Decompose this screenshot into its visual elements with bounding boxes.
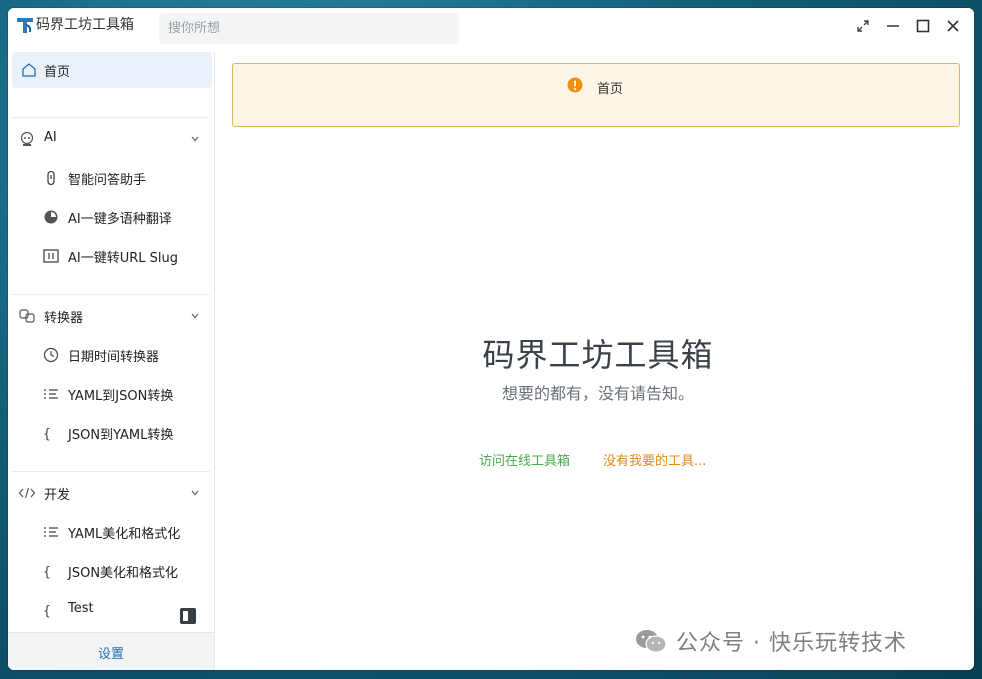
divider <box>12 471 210 472</box>
sidebar-item-label: YAML到JSON转换 <box>68 389 174 404</box>
sidebar-item-qa-assistant[interactable]: 智能问答助手 <box>12 162 210 194</box>
sidebar-item-label: AI一键转URL Slug <box>68 251 179 266</box>
divider <box>12 294 210 295</box>
svg-text:{ }: { } <box>43 565 60 579</box>
sidebar-item-yaml-to-json[interactable]: YAML到JSON转换 <box>12 378 210 410</box>
sidebar-item-datetime-converter[interactable]: 日期时间转换器 <box>12 339 210 371</box>
sidebar-item-ai-url-slug[interactable]: AI一键转URL Slug <box>12 240 210 272</box>
list-icon <box>44 389 58 399</box>
close-icon[interactable] <box>945 18 961 34</box>
page-alert: 首页 <box>232 63 960 127</box>
settings-button[interactable]: 设置 <box>8 643 214 662</box>
minimize-icon[interactable] <box>885 18 901 34</box>
maximize-icon[interactable] <box>915 18 931 34</box>
sidebar-group-ai[interactable]: AI <box>12 124 212 154</box>
sidebar-item-label: 首页 <box>44 65 71 80</box>
list-icon <box>44 527 58 537</box>
main-content: 首页 码界工坊工具箱 想要的都有，没有请告知。 访问在线工具箱 没有我要的工具.… <box>222 52 974 670</box>
title-bar: 码界工坊工具箱 <box>8 8 974 52</box>
watermark-text: 公众号 · 快乐玩转技术 <box>676 631 907 656</box>
warning-icon <box>567 77 583 93</box>
sidebar-item-yaml-beautify[interactable]: YAML美化和格式化 <box>12 516 210 548</box>
translate-icon <box>44 210 58 224</box>
chevron-down-icon <box>191 490 199 496</box>
app-title: 码界工坊工具箱 <box>36 17 134 33</box>
sidebar-item-label: JSON到YAML转换 <box>68 428 174 443</box>
sidebar-item-json-to-yaml[interactable]: { } JSON到YAML转换 <box>12 417 210 449</box>
svg-text:{ }: { } <box>43 604 60 618</box>
code-icon <box>18 487 36 499</box>
visit-online-toolbox-link[interactable]: 访问在线工具箱 <box>479 450 570 469</box>
svg-text:{ }: { } <box>43 427 60 441</box>
sidebar-item-label: 日期时间转换器 <box>68 350 160 365</box>
braces-icon: { } <box>43 604 60 618</box>
sidebar-item-label: YAML美化和格式化 <box>68 527 181 542</box>
fullscreen-icon[interactable] <box>855 18 871 34</box>
watermark: 公众号 · 快乐玩转技术 <box>634 626 907 656</box>
chevron-down-icon <box>191 136 199 142</box>
robot-icon <box>20 131 34 146</box>
app-logo-icon <box>17 18 33 33</box>
divider <box>12 117 210 118</box>
sidebar-collapse-toggle[interactable] <box>180 608 196 624</box>
page-title: 码界工坊工具箱 <box>482 336 714 374</box>
slug-icon <box>43 249 59 263</box>
sidebar-item-ai-translate[interactable]: AI一键多语种翻译 <box>12 201 210 233</box>
sidebar-group-dev[interactable]: 开发 <box>12 478 212 508</box>
home-icon <box>22 63 36 77</box>
sidebar: 首页 AI 智能问答助手 AI一键多语种翻译 AI一键转URL Slug 转换器… <box>8 52 215 670</box>
braces-icon: { } <box>43 565 60 579</box>
app-window: 码界工坊工具箱 首页 AI <box>8 8 974 670</box>
sidebar-item-label: 智能问答助手 <box>68 173 147 188</box>
sidebar-group-label: AI <box>44 130 57 145</box>
braces-icon: { } <box>43 427 60 441</box>
wechat-icon <box>636 630 667 653</box>
lightbulb-icon <box>47 170 55 186</box>
sidebar-item-home[interactable]: 首页 <box>12 52 212 88</box>
sidebar-group-label: 转换器 <box>44 311 84 326</box>
sidebar-item-label: Test <box>68 601 94 616</box>
request-tool-link[interactable]: 没有我要的工具... <box>603 450 706 469</box>
page-subtitle: 想要的都有，没有请告知。 <box>501 384 694 403</box>
convert-icon <box>19 309 35 323</box>
sidebar-group-label: 开发 <box>44 488 71 503</box>
search-input[interactable] <box>159 13 459 44</box>
alert-text: 首页 <box>597 82 624 97</box>
clock-icon <box>43 347 59 363</box>
sidebar-item-json-beautify[interactable]: { } JSON美化和格式化 <box>12 555 210 587</box>
settings-bar: 设置 <box>8 632 214 670</box>
sidebar-group-converter[interactable]: 转换器 <box>12 301 212 331</box>
sidebar-item-label: JSON美化和格式化 <box>68 566 179 581</box>
chevron-down-icon <box>191 313 199 319</box>
sidebar-item-label: AI一键多语种翻译 <box>68 212 172 227</box>
